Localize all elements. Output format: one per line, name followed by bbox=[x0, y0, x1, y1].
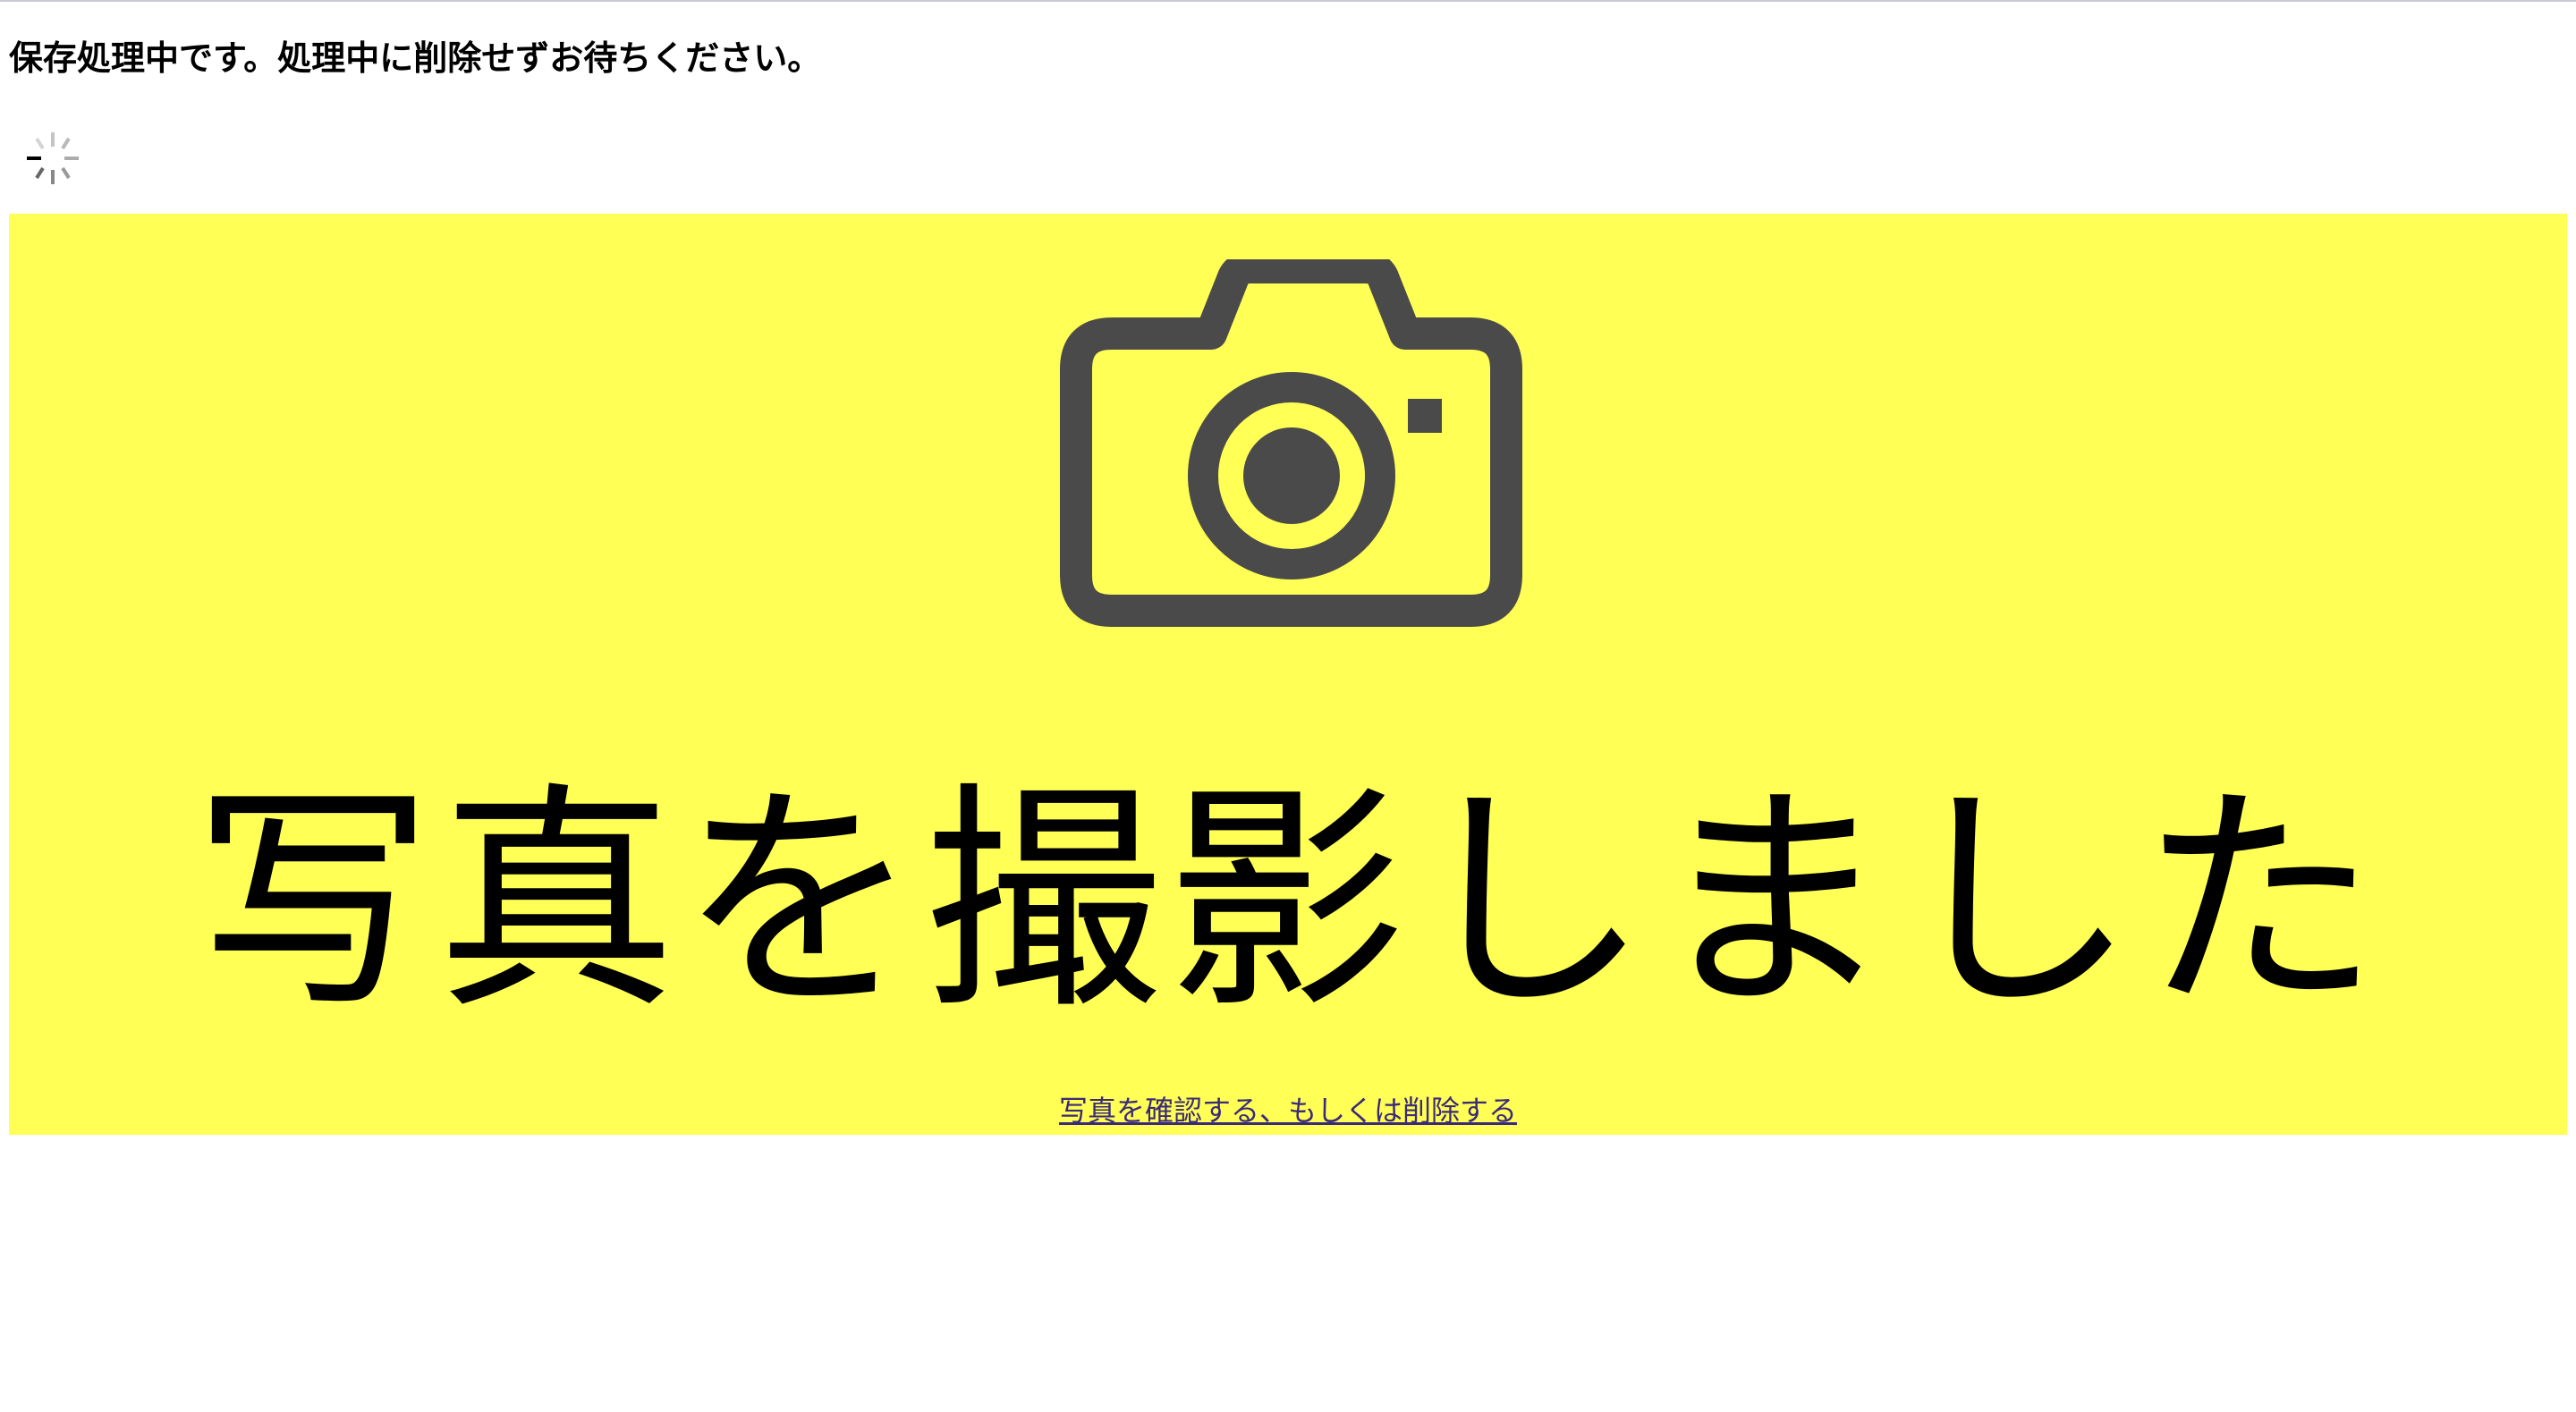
saving-status-message: 保存処理中です。処理中に削除せずお待ちください。 bbox=[9, 38, 822, 78]
photo-taken-headline: 写真を撮影しました bbox=[193, 763, 2383, 1042]
confirm-or-delete-photo-link[interactable]: 写真を確認する、もしくは削除する bbox=[1059, 1094, 1517, 1128]
loading-spinner-icon bbox=[27, 132, 79, 184]
window-top-border bbox=[0, 0, 2576, 2]
photo-taken-banner: 写真を撮影しました 写真を確認する、もしくは削除する bbox=[9, 214, 2567, 1135]
camera-icon bbox=[1060, 259, 1522, 627]
